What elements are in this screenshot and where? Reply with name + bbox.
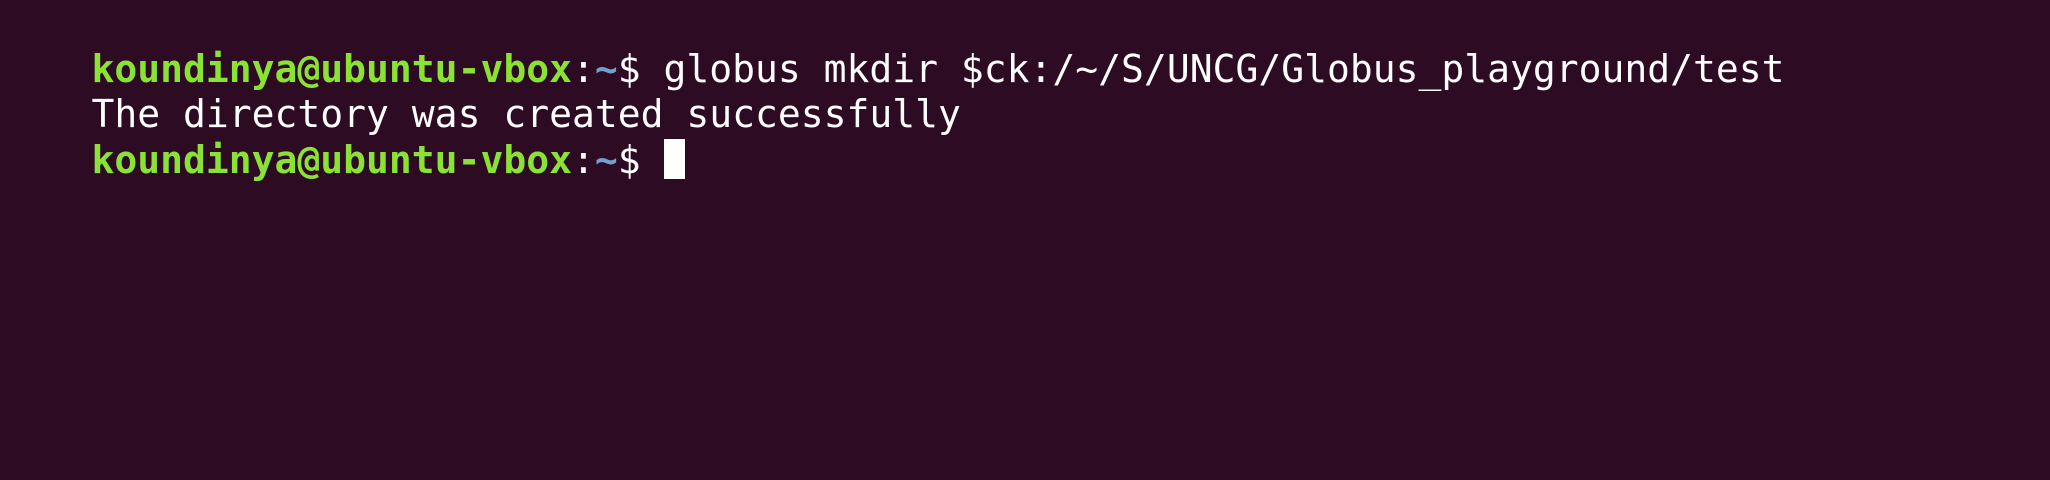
prompt-user-host: koundinya@ubuntu-vbox <box>91 138 572 182</box>
prompt-path: ~ <box>594 138 618 182</box>
text-cursor <box>663 139 685 179</box>
terminal-line-output: The directory was created successfully <box>0 45 961 136</box>
prompt-colon: : <box>571 138 595 182</box>
terminal-window[interactable]: koundinya@ubuntu-vbox:~$ globus mkdir $c… <box>0 0 2050 480</box>
terminal-line-command: koundinya@ubuntu-vbox:~$ globus mkdir $c… <box>0 0 1785 91</box>
terminal-line-active-prompt[interactable]: koundinya@ubuntu-vbox:~$ <box>0 91 685 182</box>
prompt-symbol: $ <box>617 138 664 182</box>
